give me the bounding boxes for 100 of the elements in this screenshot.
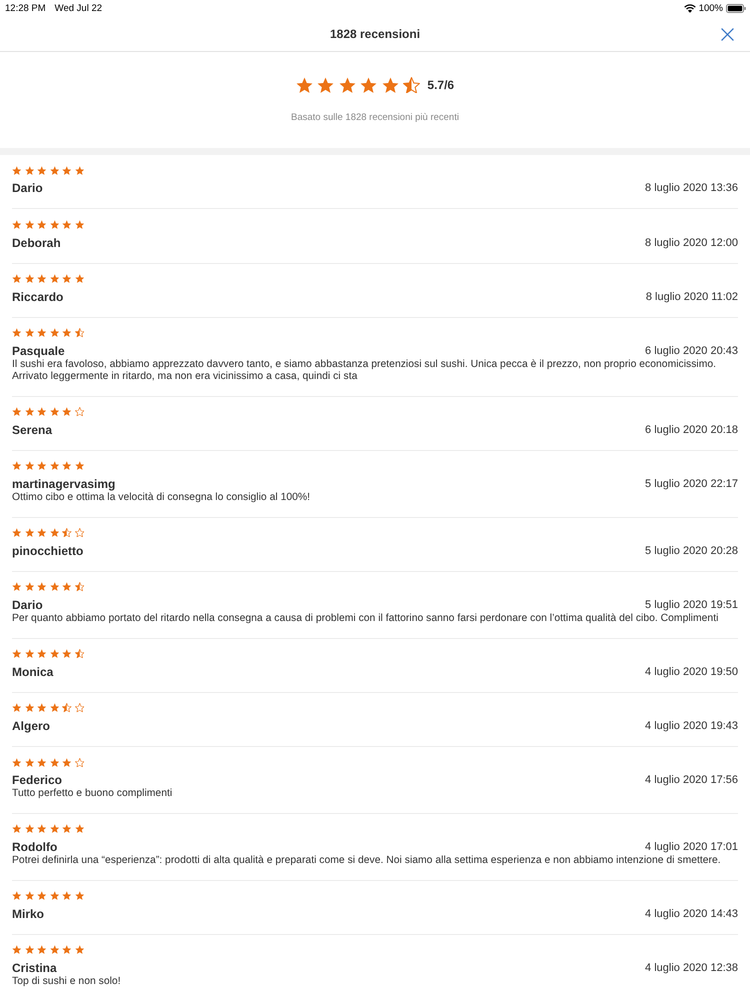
star-icon <box>338 76 356 94</box>
page-title: 1828 recensioni <box>330 26 420 40</box>
star-icon <box>74 166 84 175</box>
star-icon <box>12 582 22 592</box>
reviewer-name: Dario <box>12 598 43 612</box>
reviewer-name: Rodolfo <box>12 840 58 854</box>
star-icon <box>50 528 59 538</box>
star-icon <box>74 220 84 230</box>
star-icon <box>74 945 84 955</box>
review-date: 6 luglio 2020 20:43 <box>645 345 738 357</box>
close-icon <box>720 28 734 40</box>
review-date: 4 luglio 2020 14:43 <box>645 908 738 920</box>
reviewer-name: Dario <box>12 181 43 196</box>
rating-score: 5.7/6 <box>427 78 454 92</box>
star-icon <box>37 649 46 658</box>
reviewer-name: Mirko <box>12 906 44 921</box>
star-icon <box>50 824 59 834</box>
star-icon <box>12 461 22 471</box>
reviewer-name: pinocchietto <box>12 544 84 558</box>
star-icon <box>62 649 72 658</box>
star-icon <box>37 328 46 338</box>
star-icon <box>24 582 34 592</box>
review-text: Il sushi era favoloso, abbiamo apprezzato davvero tanto, e siamo abbastanza pretenziosi sul sushi. Unica pecca è il prezzo, non proprio economicissimo. Arrivato leggermente in ritardo, ma non era vicinissimo a casa, quindi ci sta <box>12 359 718 383</box>
reviewer-name: Monica <box>12 664 54 679</box>
star-icon <box>12 703 22 713</box>
star-icon <box>74 891 84 900</box>
star-icon <box>62 891 72 900</box>
star-icon <box>50 461 59 471</box>
star-icon <box>37 582 46 592</box>
star-icon <box>50 407 59 416</box>
empty-star-icon <box>74 528 84 538</box>
star-icon <box>37 407 46 416</box>
review-date: 4 luglio 2020 19:50 <box>645 666 738 678</box>
star-icon <box>37 166 46 175</box>
star-icon <box>382 76 399 94</box>
empty-star-icon <box>74 758 84 767</box>
star-icon <box>24 274 34 284</box>
star-icon <box>24 328 34 338</box>
star-icon <box>12 274 22 284</box>
star-icon <box>37 891 46 900</box>
star-icon <box>24 824 34 834</box>
review-date: 5 luglio 2020 22:17 <box>645 478 738 490</box>
star-icon <box>62 945 72 955</box>
star-icon <box>24 758 34 767</box>
reviewer-name: Federico <box>12 773 62 788</box>
star-icon <box>50 891 59 900</box>
star-icon <box>360 76 378 94</box>
star-icon <box>50 166 59 175</box>
battery-percentage: 100% <box>698 2 723 14</box>
star-icon <box>50 328 59 338</box>
star-icon <box>50 703 59 713</box>
reviewer-name: Pasquale <box>12 344 65 358</box>
half-star-icon <box>62 528 72 538</box>
review-date: 4 luglio 2020 19:43 <box>645 720 738 732</box>
half-star-icon <box>74 328 84 338</box>
review-text: Per quanto abbiamo portato del ritardo nella consegna a causa di problemi con il fattorino sanno farsi perdonare con l’ottima qualità del cibo. Complimenti <box>12 613 720 625</box>
half-star-icon <box>403 76 420 94</box>
star-icon <box>74 824 84 834</box>
star-icon <box>50 274 59 284</box>
star-icon <box>37 824 46 834</box>
review-text: Tutto perfetto e buono complimenti <box>12 788 174 800</box>
star-icon <box>12 649 22 658</box>
star-icon <box>12 220 22 230</box>
wifi-icon <box>684 4 696 12</box>
star-icon <box>12 328 22 338</box>
star-icon <box>50 649 59 658</box>
review-date: 8 luglio 2020 11:02 <box>646 290 738 303</box>
star-icon <box>62 328 72 338</box>
star-icon <box>12 945 22 955</box>
reviewer-name: martinagervasimg <box>12 477 116 491</box>
star-icon <box>37 528 46 538</box>
star-icon <box>296 76 313 94</box>
star-icon <box>24 528 34 538</box>
empty-star-icon <box>74 407 84 416</box>
star-icon <box>62 758 72 767</box>
rating-note: Basato sulle 1828 recensioni più recenti <box>291 112 459 124</box>
star-icon <box>12 891 22 900</box>
empty-star-icon <box>74 703 84 713</box>
reviewer-name: Riccardo <box>12 290 64 304</box>
star-icon <box>62 220 72 230</box>
review-date: 4 luglio 2020 17:01 <box>645 841 738 853</box>
reviewer-name: Serena <box>12 422 52 437</box>
star-icon <box>50 758 59 767</box>
review-date: 4 luglio 2020 17:56 <box>645 774 738 786</box>
star-icon <box>74 461 84 471</box>
star-icon <box>62 274 72 284</box>
star-icon <box>37 461 46 471</box>
star-icon <box>50 582 59 592</box>
star-icon <box>12 824 22 834</box>
star-icon <box>24 649 34 658</box>
review-text: Potrei definirla una “esperienza”: prodotti di alta qualità e preparati come si deve. Noi siamo alla settima esperienza e non abbiamo intenzione di smettere. <box>12 855 722 867</box>
star-icon <box>24 461 34 471</box>
status-date: Wed Jul 22 <box>54 2 102 14</box>
star-icon <box>24 945 34 955</box>
review-date: 6 luglio 2020 20:18 <box>645 424 738 436</box>
star-icon <box>24 407 34 416</box>
star-icon <box>317 76 334 94</box>
star-icon <box>62 461 72 471</box>
half-star-icon <box>62 703 72 713</box>
star-icon <box>37 758 46 767</box>
